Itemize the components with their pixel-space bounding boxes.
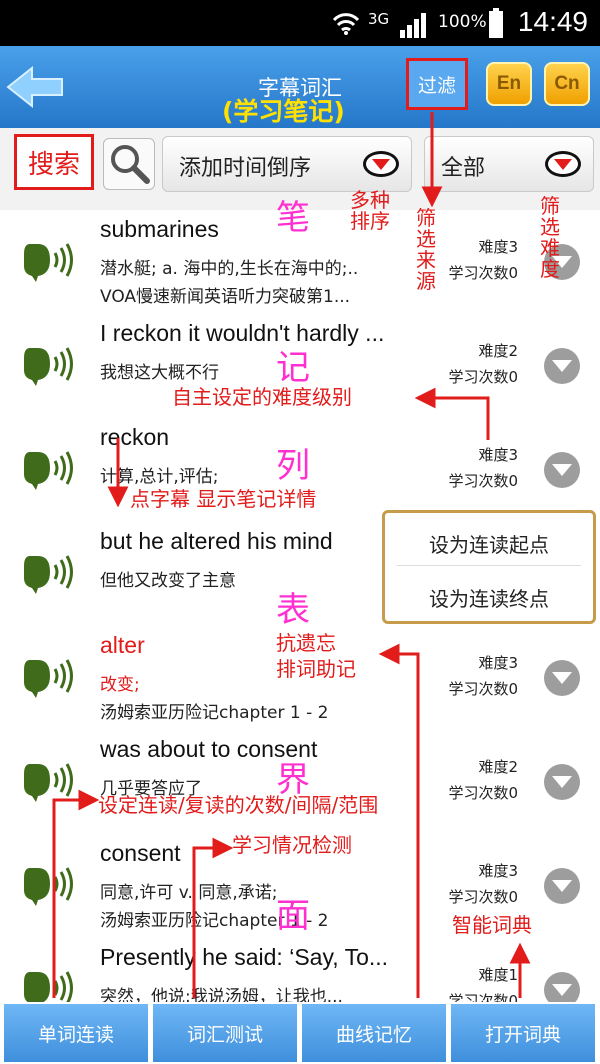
- caption-char: 列: [276, 446, 310, 486]
- speaker-icon[interactable]: [22, 862, 76, 908]
- item-meaning: 潜水艇; a. 海中的,生长在海中的;..: [100, 259, 359, 279]
- speaker-icon[interactable]: [22, 238, 76, 284]
- caption-char: 表: [276, 590, 310, 630]
- sort-select-value: 添加时间倒序: [179, 156, 312, 181]
- item-difficulty: 难度3: [478, 446, 518, 464]
- curve-memory-tab[interactable]: 曲线记忆: [302, 1004, 446, 1062]
- item-source: VOA慢速新闻英语听力突破第1...: [100, 287, 351, 307]
- scope-select[interactable]: 全部: [424, 136, 594, 192]
- item-word: consent: [100, 840, 181, 866]
- item-source: 汤姆索亚历险记chapter 1 - 2: [100, 703, 329, 723]
- word-repeat-tab[interactable]: 单词连读: [4, 1004, 148, 1062]
- item-study-count: 学习次数0: [448, 680, 518, 698]
- memory-note-2: 排词助记: [276, 657, 356, 681]
- test-note: 学习情况检测: [232, 833, 352, 857]
- chinese-toggle-button[interactable]: Cn: [544, 62, 590, 106]
- repeat-range-popup: 设为连读起点 设为连读终点: [382, 510, 596, 624]
- expand-chevron-icon[interactable]: [544, 764, 580, 800]
- source-note: 筛选来源: [416, 206, 436, 293]
- sort-note: 多种排序: [350, 188, 390, 233]
- expand-chevron-icon[interactable]: [544, 452, 580, 488]
- item-meaning: 同意,许可 v. 同意,承诺;: [100, 883, 278, 903]
- wifi-icon: [332, 13, 360, 35]
- item-meaning: 改变;: [100, 675, 140, 695]
- back-arrow-icon[interactable]: [6, 66, 66, 108]
- battery-percent: 100%: [438, 12, 487, 32]
- memory-note-1: 抗遗忘: [276, 631, 336, 655]
- dropdown-icon: [545, 151, 581, 177]
- item-meaning: 我想这大概不行: [100, 363, 219, 383]
- item-difficulty: 难度1: [478, 966, 518, 984]
- difficulty-note: 筛选难度: [540, 194, 560, 281]
- item-difficulty: 难度2: [478, 758, 518, 776]
- level-note: 自主设定的难度级别: [172, 385, 352, 409]
- caption-char: 记: [276, 348, 310, 388]
- clock: 14:49: [517, 6, 588, 37]
- dict-note: 智能词典: [452, 913, 532, 937]
- english-toggle-button[interactable]: En: [486, 62, 532, 106]
- dropdown-icon: [363, 151, 399, 177]
- network-type: 3G: [368, 10, 390, 28]
- speaker-icon[interactable]: [22, 550, 76, 596]
- set-start-menu-item[interactable]: 设为连读起点: [385, 529, 593, 558]
- vocab-test-tab[interactable]: 词汇测试: [153, 1004, 297, 1062]
- popup-divider: [397, 565, 581, 566]
- detail-note: 点字幕 显示笔记详情: [130, 487, 317, 511]
- scope-select-value: 全部: [441, 156, 486, 181]
- speaker-icon[interactable]: [22, 758, 76, 804]
- sort-select[interactable]: 添加时间倒序: [162, 136, 412, 192]
- speaker-icon[interactable]: [22, 446, 76, 492]
- item-word: alter: [100, 632, 145, 658]
- open-dictionary-tab[interactable]: 打开词典: [451, 1004, 595, 1062]
- set-end-menu-item[interactable]: 设为连读终点: [385, 583, 593, 612]
- filter-button[interactable]: 过滤: [406, 58, 468, 110]
- item-study-count: 学习次数0: [448, 888, 518, 906]
- item-word: but he altered his mind: [100, 528, 333, 554]
- expand-chevron-icon[interactable]: [544, 868, 580, 904]
- item-study-count: 学习次数0: [448, 368, 518, 386]
- item-difficulty: 难度2: [478, 342, 518, 360]
- item-difficulty: 难度3: [478, 238, 518, 256]
- item-word: I reckon it wouldn't hardly ...: [100, 320, 385, 346]
- item-study-count: 学习次数0: [448, 472, 518, 490]
- signal-icon: [400, 13, 426, 38]
- search-button[interactable]: [103, 138, 155, 190]
- expand-chevron-icon[interactable]: [544, 348, 580, 384]
- item-word: Presently he said: ‘Say, To...: [100, 944, 389, 970]
- item-meaning: 计算,总计,评估;: [100, 467, 219, 487]
- search-label: 搜索: [14, 134, 94, 190]
- item-study-count: 学习次数0: [448, 784, 518, 802]
- repeat-note: 设定连读/复读的次数/间隔/范围: [98, 793, 379, 817]
- item-word: submarines: [100, 216, 219, 242]
- item-difficulty: 难度3: [478, 862, 518, 880]
- caption-char: 笔: [276, 198, 310, 238]
- item-difficulty: 难度3: [478, 654, 518, 672]
- expand-chevron-icon[interactable]: [544, 660, 580, 696]
- item-study-count: 学习次数0: [448, 264, 518, 282]
- bottom-bar: 单词连读 词汇测试 曲线记忆 打开词典: [0, 1002, 600, 1064]
- speaker-icon[interactable]: [22, 342, 76, 388]
- subtitle-note: (学习笔记): [222, 97, 345, 126]
- item-word: reckon: [100, 424, 170, 450]
- status-bar: 3G 100% 14:49: [0, 0, 600, 46]
- speaker-icon[interactable]: [22, 654, 76, 700]
- search-icon: [111, 145, 150, 184]
- battery-icon: [489, 8, 503, 38]
- caption-char: 面: [276, 896, 310, 936]
- item-meaning: 但他又改变了主意: [100, 571, 236, 591]
